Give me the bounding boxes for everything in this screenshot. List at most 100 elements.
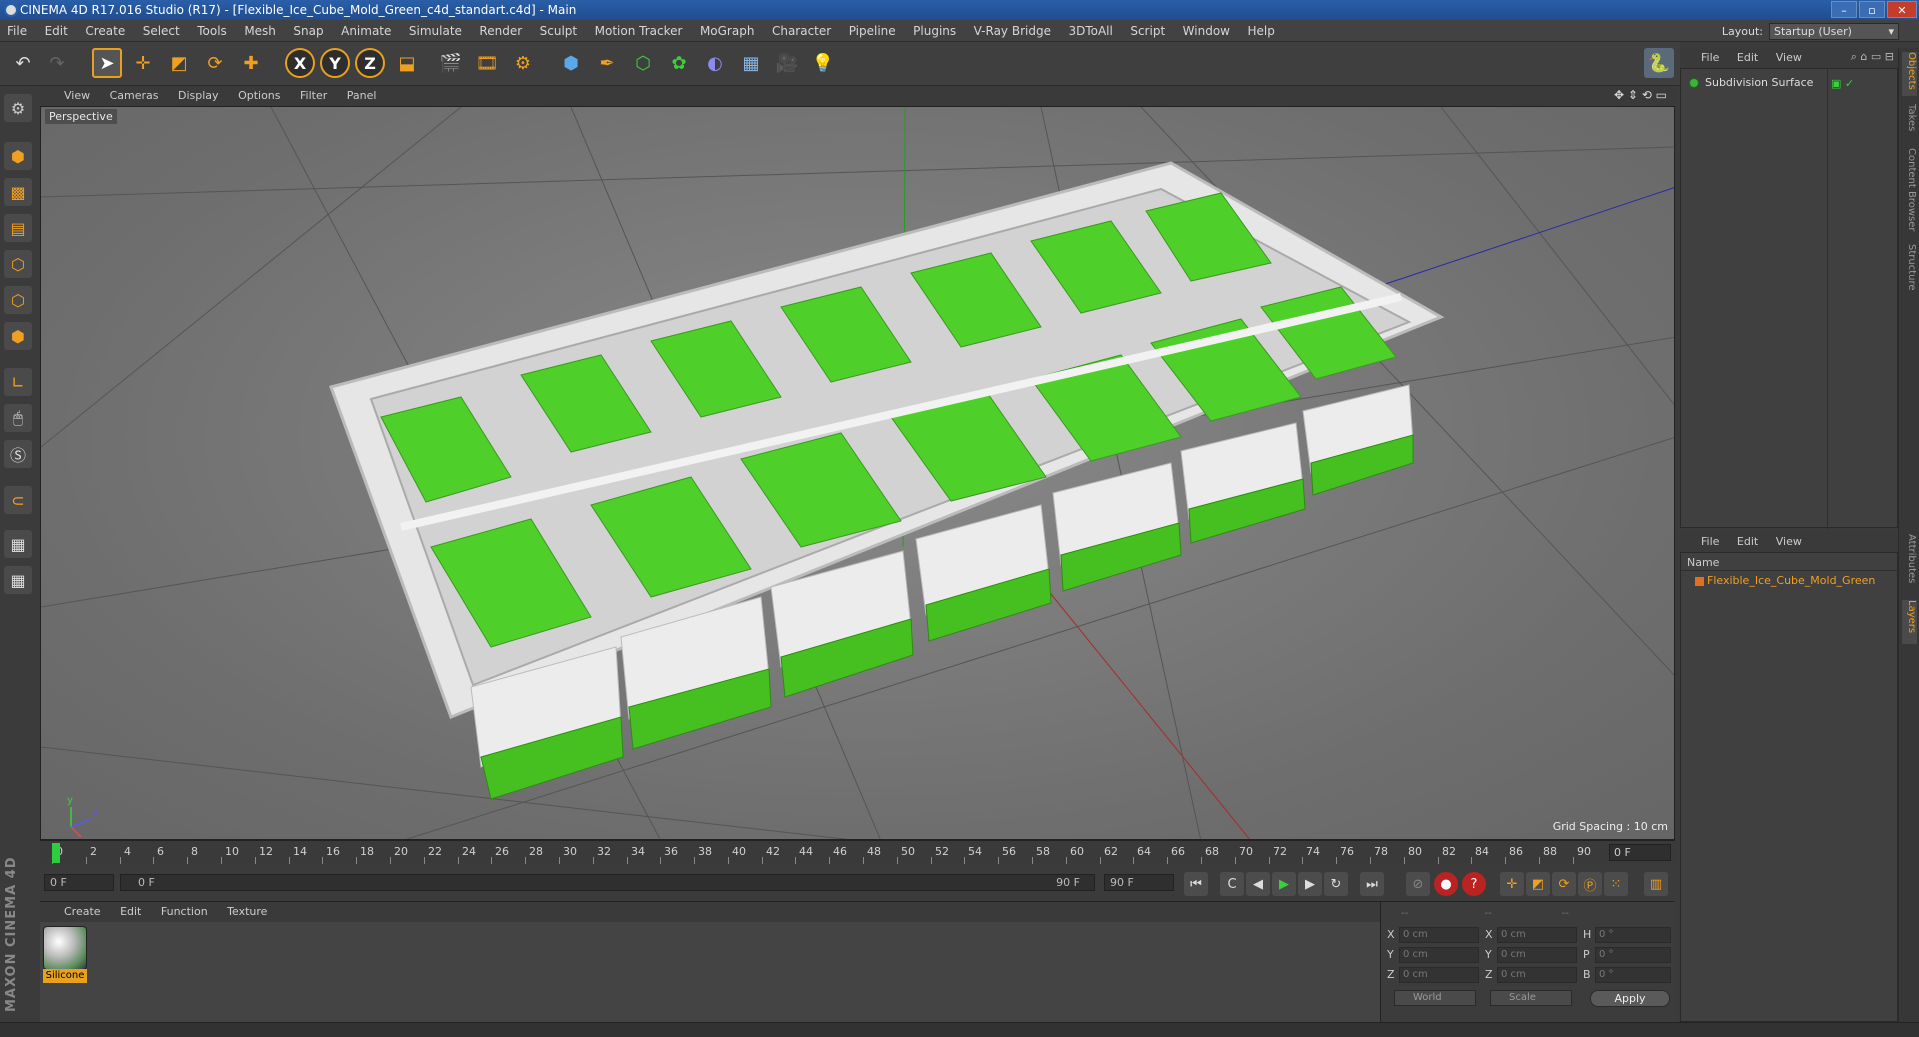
menu-simulate[interactable]: Simulate [402, 20, 469, 42]
rotation-b-field[interactable]: 0 ° [1595, 967, 1671, 983]
menu-snap[interactable]: Snap [286, 20, 330, 42]
menu-motion-tracker[interactable]: Motion Tracker [588, 20, 690, 42]
edges-mode-button[interactable]: ⬡ [4, 286, 32, 314]
add-light-button[interactable]: 💡 [808, 48, 838, 78]
object-row-subdivision-surface[interactable]: Subdivision Surface [1685, 75, 1845, 91]
z-axis-lock-button[interactable]: Z [355, 48, 385, 78]
menu-3dtoall[interactable]: 3DToAll [1061, 20, 1119, 42]
add-floor-button[interactable]: ▦ [736, 48, 766, 78]
object-visibility-checkmark-icon[interactable]: ▣ ✓ [1831, 77, 1871, 90]
undo-button[interactable]: ↶ [8, 48, 38, 78]
select-tool-button[interactable]: ➤ [92, 48, 122, 78]
end-frame-field[interactable]: 90 F [1104, 874, 1174, 891]
next-key-button[interactable]: ↻ [1324, 872, 1348, 896]
viewport-navigation-icons[interactable]: ✥ ⇕ ⟲ ▭ [1614, 88, 1667, 102]
key-rotation-button[interactable]: ⟳ [1552, 872, 1576, 896]
add-deformer-button[interactable]: ◐ [700, 48, 730, 78]
key-parameter-button[interactable]: Ⓟ [1578, 872, 1602, 896]
menu-file[interactable]: File [0, 20, 34, 42]
timeline-ruler[interactable]: 0246810121416182022242628303234363840424… [40, 840, 1675, 864]
material-manager-area[interactable]: Silicone [40, 922, 1380, 1022]
menu-edit[interactable]: Edit [38, 20, 75, 42]
menu-mograph[interactable]: MoGraph [693, 20, 762, 42]
minimize-button[interactable]: – [1831, 1, 1857, 18]
python-button[interactable]: 🐍 [1644, 48, 1674, 78]
points-mode-button[interactable]: ⬡ [4, 250, 32, 278]
material-thumbnail-silicone[interactable] [43, 926, 87, 970]
add-camera-button[interactable]: 🎥 [772, 48, 802, 78]
object-menu-view[interactable]: View [1769, 48, 1809, 68]
viewport-menu-panel[interactable]: Panel [339, 86, 385, 106]
menu-help[interactable]: Help [1240, 20, 1281, 42]
key-position-button[interactable]: ✛ [1500, 872, 1524, 896]
current-frame-field[interactable]: 0 F [1609, 844, 1671, 861]
object-manager-list[interactable]: Subdivision Surface ▣ ✓ [1680, 68, 1898, 529]
previous-frame-button[interactable]: ◀ [1246, 872, 1270, 896]
menu-mesh[interactable]: Mesh [237, 20, 283, 42]
workplane-mode-button[interactable]: ▤ [4, 214, 32, 242]
layer-menu-view[interactable]: View [1769, 532, 1809, 552]
menu-sculpt[interactable]: Sculpt [533, 20, 584, 42]
frame-range-slider[interactable]: 0 F 90 F [120, 874, 1095, 891]
position-x-field[interactable]: 0 cm [1399, 927, 1479, 943]
material-menu-edit[interactable]: Edit [112, 902, 149, 922]
menu-animate[interactable]: Animate [334, 20, 398, 42]
layer-menu-file[interactable]: File [1694, 532, 1726, 552]
key-point-level-button[interactable]: ⁙ [1604, 872, 1628, 896]
tab-takes[interactable]: Takes [1902, 104, 1917, 140]
y-axis-lock-button[interactable]: Y [320, 48, 350, 78]
close-button[interactable]: ✕ [1887, 1, 1917, 18]
autokey-button[interactable]: ● [1434, 872, 1458, 896]
menu-tools[interactable]: Tools [190, 20, 234, 42]
layer-row-flexible-ice-cube-mold[interactable]: Flexible_Ice_Cube_Mold_Green [1685, 573, 1895, 589]
x-axis-lock-button[interactable]: X [285, 48, 315, 78]
position-y-field[interactable]: 0 cm [1399, 947, 1479, 963]
material-menu-create[interactable]: Create [56, 902, 109, 922]
viewport-menu-options[interactable]: Options [230, 86, 288, 106]
tab-objects[interactable]: Objects [1902, 52, 1917, 96]
add-array-button[interactable]: ✿ [664, 48, 694, 78]
workplane-snap-button[interactable]: ▦ [4, 566, 32, 594]
layout-select[interactable]: Startup (User) ▾ [1769, 23, 1899, 40]
record-keys-button[interactable]: ⊘ [1406, 872, 1430, 896]
layer-menu-edit[interactable]: Edit [1730, 532, 1765, 552]
ice-cube-mold-model[interactable] [329, 161, 1445, 800]
play-button[interactable]: ▶ [1272, 872, 1296, 896]
menu-create[interactable]: Create [78, 20, 132, 42]
goto-start-button[interactable]: ⏮ [1184, 872, 1208, 896]
coordinate-mode-select[interactable]: Scale [1490, 990, 1572, 1006]
viewport-menu-filter[interactable]: Filter [292, 86, 335, 106]
coordinate-system-button[interactable]: ⬓ [392, 48, 422, 78]
goto-end-button[interactable]: ⏭ [1360, 872, 1384, 896]
object-menu-edit[interactable]: Edit [1730, 48, 1765, 68]
next-frame-button[interactable]: ▶ [1298, 872, 1322, 896]
menu-select[interactable]: Select [136, 20, 187, 42]
tab-content-browser[interactable]: Content Browser [1902, 148, 1917, 238]
menu-vray-bridge[interactable]: V-Ray Bridge [967, 20, 1058, 42]
size-z-field[interactable]: 0 cm [1497, 967, 1577, 983]
3d-viewport[interactable]: y z Perspective Grid Spacing : 10 cm [40, 106, 1675, 840]
render-view-button[interactable]: 🎬 [436, 48, 466, 78]
make-editable-button[interactable]: ⚙ [4, 94, 32, 122]
scale-tool-button[interactable]: ◩ [164, 48, 194, 78]
material-menu-function[interactable]: Function [153, 902, 216, 922]
size-x-field[interactable]: 0 cm [1497, 927, 1577, 943]
object-manager-search-icons[interactable]: ⌕ ⌂ ▭ ⊟ [1851, 50, 1894, 64]
add-generator-button[interactable]: ⬡ [628, 48, 658, 78]
apply-button[interactable]: Apply [1590, 990, 1670, 1007]
menu-script[interactable]: Script [1123, 20, 1172, 42]
material-menu-texture[interactable]: Texture [219, 902, 275, 922]
tweak-mode-button[interactable]: 🖱 [4, 404, 32, 432]
menu-window[interactable]: Window [1176, 20, 1237, 42]
render-settings-button[interactable]: ⚙ [508, 48, 538, 78]
menu-character[interactable]: Character [765, 20, 838, 42]
menu-render[interactable]: Render [472, 20, 529, 42]
tab-attributes[interactable]: Attributes [1902, 534, 1917, 594]
polygons-mode-button[interactable]: ⬢ [4, 322, 32, 350]
position-z-field[interactable]: 0 cm [1399, 967, 1479, 983]
rotation-h-field[interactable]: 0 ° [1595, 927, 1671, 943]
menu-plugins[interactable]: Plugins [906, 20, 963, 42]
object-menu-file[interactable]: File [1694, 48, 1726, 68]
size-y-field[interactable]: 0 cm [1497, 947, 1577, 963]
viewport-menu-cameras[interactable]: Cameras [102, 86, 167, 106]
